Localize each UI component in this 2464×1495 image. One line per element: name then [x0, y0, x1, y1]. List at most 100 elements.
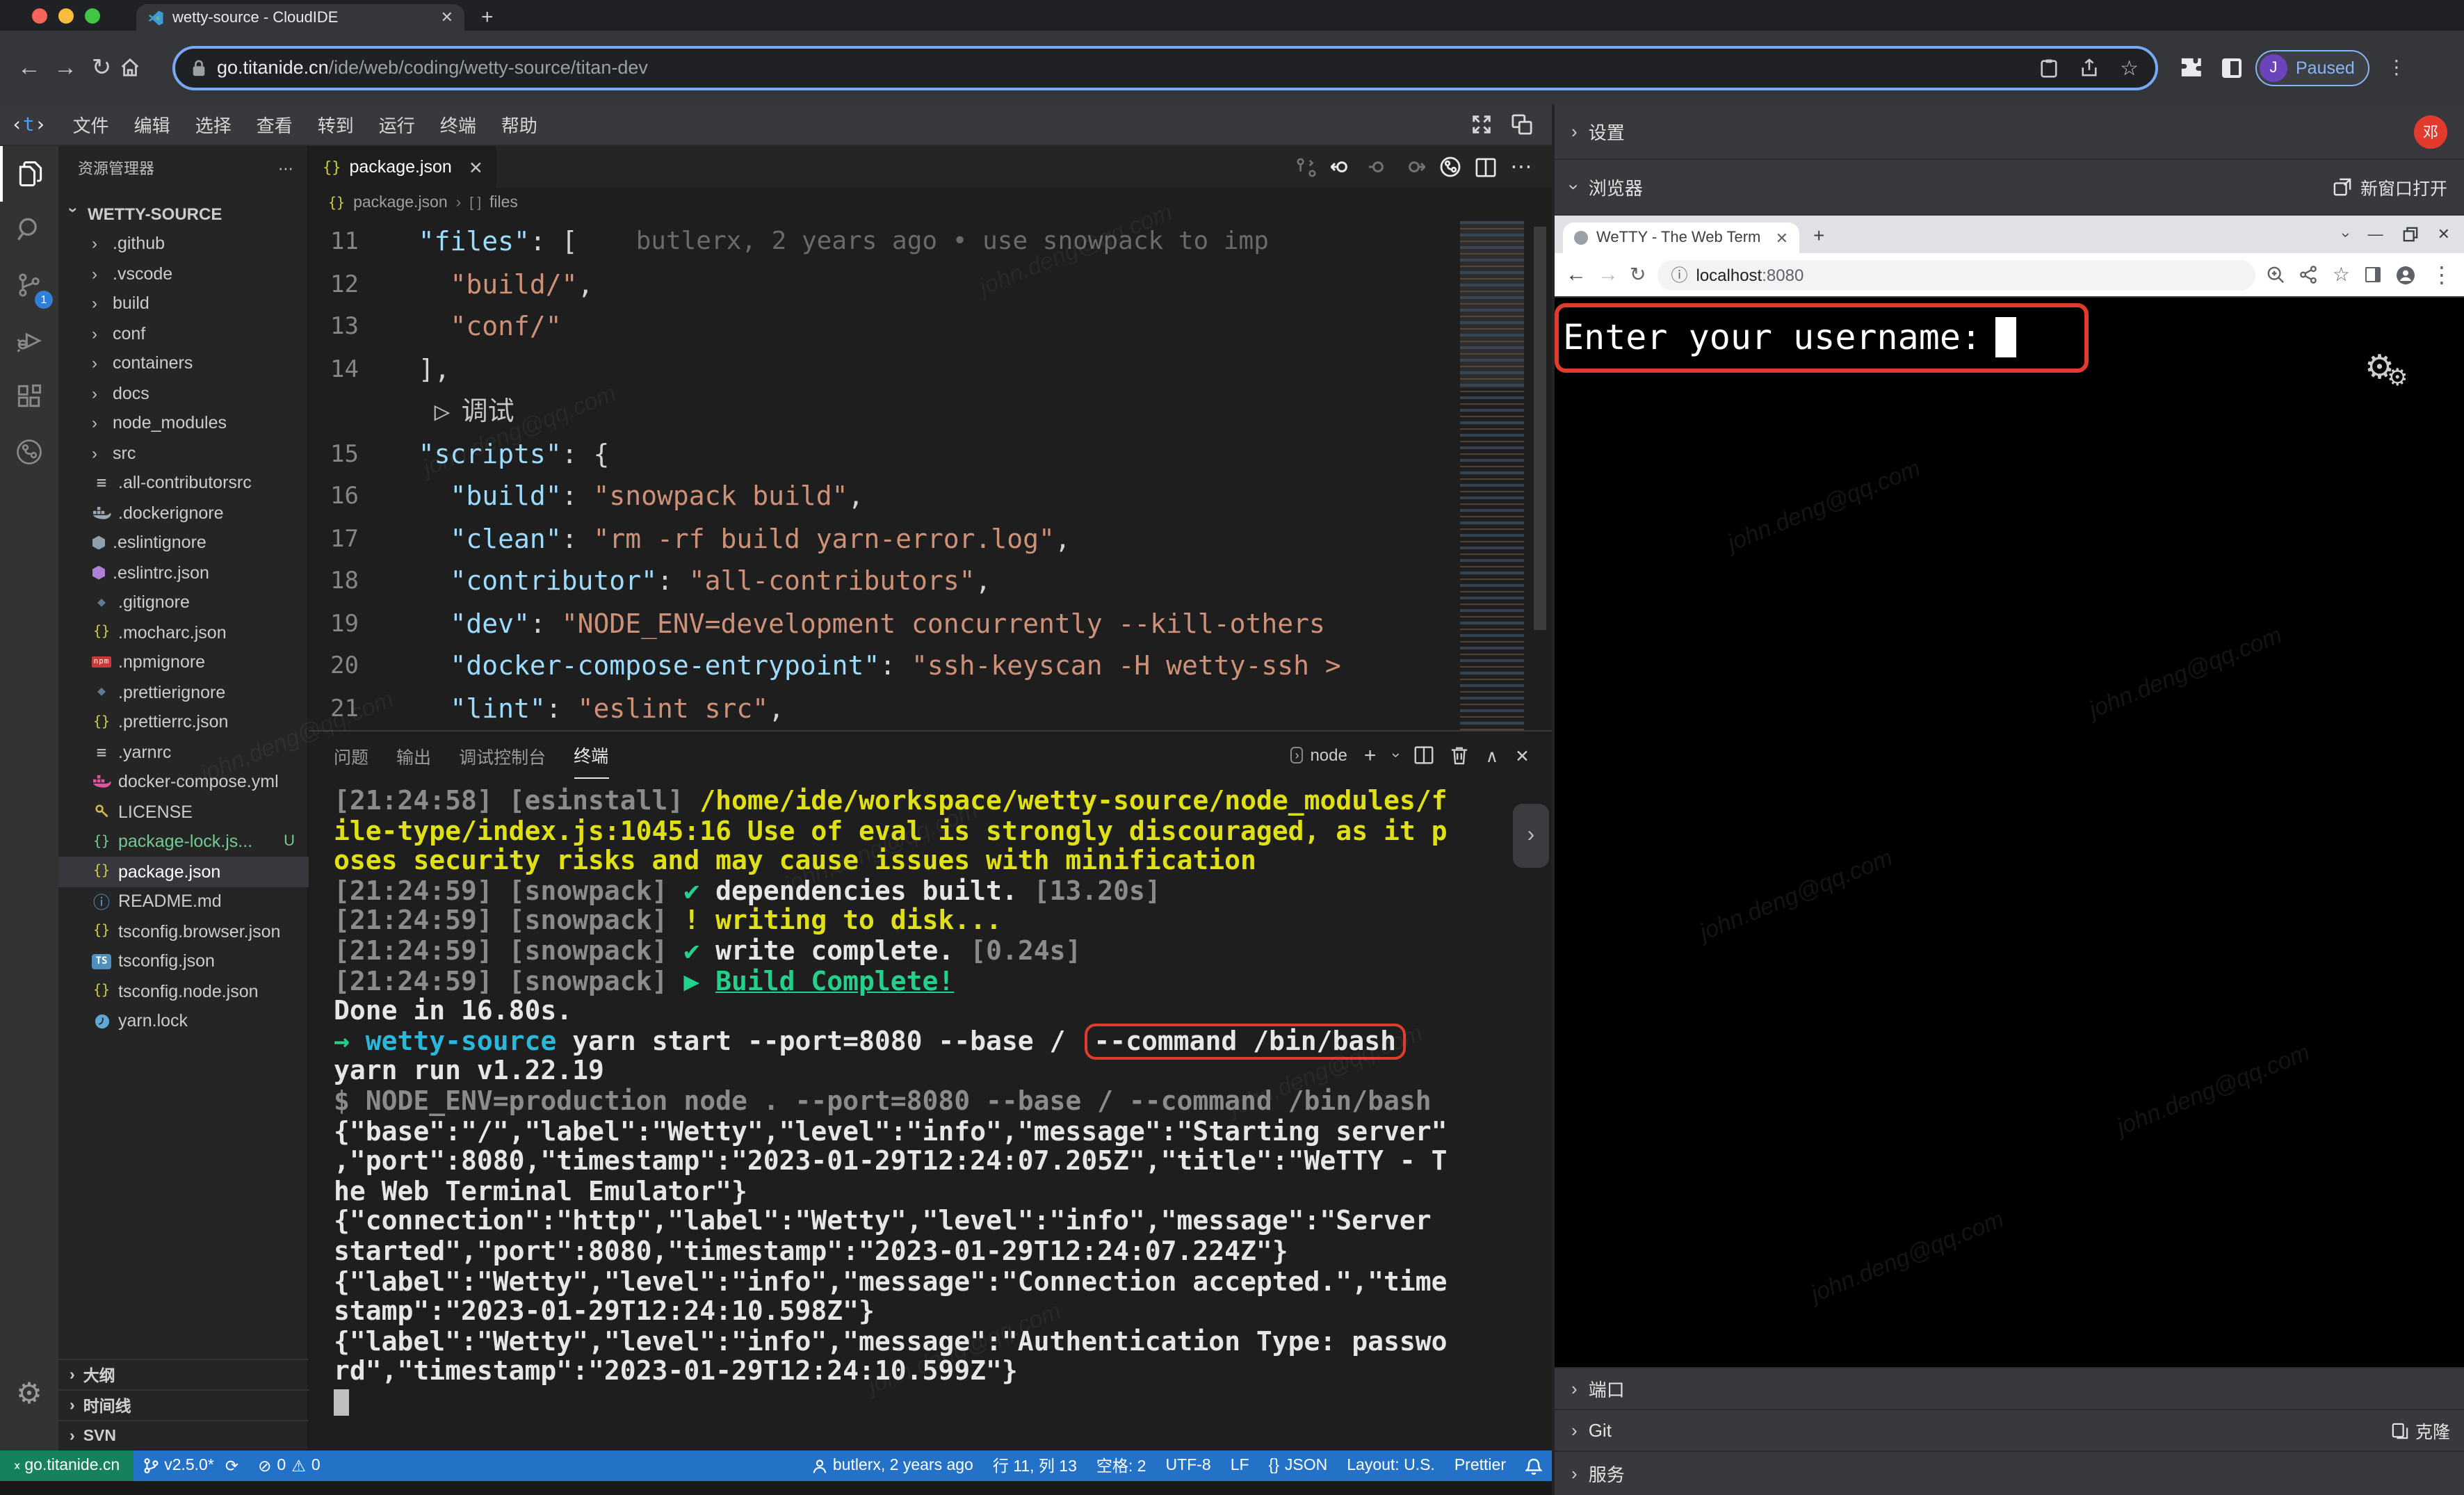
open-remote-icon[interactable] [1439, 156, 1461, 178]
terminal-tab-2[interactable]: 调试控制台 [459, 732, 546, 779]
close-tab-icon[interactable]: ✕ [441, 8, 453, 26]
webview-chevron-down-icon[interactable]: › [2337, 232, 2354, 236]
code-line[interactable]: 16 "build": "snowpack build", [309, 476, 1552, 518]
clone-button[interactable]: 克隆 [2392, 1417, 2450, 1444]
editor-tab-package-json[interactable]: {} package.json ✕ [309, 146, 499, 188]
url-bar[interactable]: go.titanide.cn/ide/web/coding/wetty-sour… [172, 45, 2158, 90]
profile-button[interactable]: J Paused [2255, 49, 2370, 86]
extensions-puzzle-icon[interactable] [2180, 56, 2203, 79]
menu-item-2[interactable]: 选择 [183, 111, 244, 138]
remote-indicator[interactable]: ›‹ go.titanide.cn [0, 1450, 133, 1481]
tree-item[interactable]: ›.vscode [58, 259, 309, 289]
menu-item-5[interactable]: 运行 [366, 111, 428, 138]
code-line[interactable]: 12 "build/", [309, 264, 1552, 306]
menu-item-4[interactable]: 转到 [305, 111, 366, 138]
tree-item[interactable]: npm.npmignore [58, 647, 309, 677]
blame-indicator[interactable]: butlerx, 2 years ago [802, 1457, 983, 1474]
ports-section-header[interactable]: › 端口 [1555, 1367, 2464, 1409]
tree-item[interactable]: ›build [58, 289, 309, 318]
kill-terminal-trash-icon[interactable] [1451, 745, 1469, 765]
editor-more-icon[interactable]: ⋯ [1510, 153, 1532, 181]
panel-expand-button[interactable]: › [1513, 804, 1549, 868]
browser-section-header[interactable]: › 浏览器 新窗口打开 [1555, 160, 2464, 216]
bookmark-star-icon[interactable]: ☆ [2120, 55, 2139, 80]
minimap[interactable] [1460, 221, 1524, 730]
activity-source-control[interactable]: 1 [0, 257, 58, 313]
close-window-button[interactable] [32, 8, 47, 24]
zoom-window-button[interactable] [85, 8, 100, 24]
code-editor[interactable]: 11 "files": [butlerx, 2 years ago • use … [309, 221, 1552, 730]
split-editor-icon[interactable] [1475, 156, 1496, 177]
webview-url-bar[interactable]: ⓘ localhost:8080 [1657, 259, 2255, 290]
tree-item[interactable]: {}package-lock.js...U [58, 827, 309, 857]
menu-item-3[interactable]: 查看 [244, 111, 305, 138]
webview-reload-icon[interactable]: ↻ [1630, 263, 1646, 286]
webview-share-icon[interactable] [2301, 266, 2317, 284]
menu-item-7[interactable]: 帮助 [489, 111, 550, 138]
tree-item[interactable]: ›src [58, 438, 309, 468]
forward-icon[interactable]: → [47, 54, 83, 81]
terminal-output[interactable]: [21:24:58] [esinstall] /home/ide/workspa… [334, 787, 1530, 1418]
code-line[interactable]: 11 "files": [butlerx, 2 years ago • use … [309, 221, 1552, 264]
new-tab-button[interactable]: + [481, 6, 494, 29]
tree-item[interactable]: ◆.gitignore [58, 588, 309, 617]
manage-gear-icon[interactable]: ⚙ [0, 1377, 58, 1412]
terminal-tab-3[interactable]: 终端 [574, 732, 608, 779]
webview-restore-icon[interactable] [2403, 227, 2418, 242]
explorer-more-icon[interactable]: ⋯ [278, 159, 293, 177]
menu-item-6[interactable]: 终端 [428, 111, 489, 138]
cursor-position[interactable]: 行 11, 列 13 [983, 1455, 1087, 1477]
branch-indicator[interactable]: v2.5.0* ⟳ [133, 1456, 248, 1476]
minimize-window-button[interactable] [58, 8, 74, 24]
code-line[interactable]: 17 "clean": "rm -rf build yarn-error.log… [309, 518, 1552, 560]
activity-run-debug[interactable] [0, 313, 58, 369]
back-icon[interactable]: ← [11, 54, 47, 81]
webview-bookmark-icon[interactable]: ☆ [2333, 263, 2350, 286]
layout-icon[interactable] [1511, 114, 1532, 135]
tree-item[interactable]: TStsconfig.json [58, 946, 309, 976]
notifications-bell-icon[interactable] [1516, 1457, 1552, 1475]
tree-item[interactable]: LICENSE [58, 797, 309, 827]
sidebar-toggle-icon[interactable] [2222, 58, 2242, 77]
user-avatar[interactable]: 邓 [2414, 115, 2447, 148]
problems-indicator[interactable]: ⊘0 ⚠0 [248, 1456, 330, 1476]
terminal-shell-select[interactable]: › node [1290, 745, 1347, 765]
open-new-window-button[interactable]: 新窗口打开 [2334, 174, 2447, 200]
keyboard-layout[interactable]: Layout: U.S. [1337, 1457, 1445, 1474]
sidebar-section-0[interactable]: ›大纲 [58, 1359, 309, 1389]
tree-item[interactable]: ›containers [58, 348, 309, 378]
home-icon[interactable] [120, 57, 156, 78]
language-mode[interactable]: {}JSON [1259, 1457, 1338, 1474]
tree-item[interactable]: ≡.all-contributorsrc [58, 468, 309, 498]
code-line[interactable]: 19 "dev": "NODE_ENV=development concurre… [309, 603, 1552, 645]
code-line[interactable]: 13 "conf/" [309, 306, 1552, 348]
zoom-icon[interactable] [2267, 266, 2285, 284]
code-line[interactable]: 18 "contributor": "all-contributors", [309, 560, 1552, 603]
webview-close-icon[interactable]: ✕ [2438, 225, 2450, 243]
fullscreen-icon[interactable] [1471, 114, 1492, 135]
breadcrumb[interactable]: {} package.json › [ ] files [309, 188, 1552, 218]
close-editor-icon[interactable]: ✕ [469, 156, 483, 177]
webview-profile-icon[interactable] [2396, 265, 2415, 284]
sync-icon[interactable]: ⟳ [225, 1456, 238, 1476]
tree-item[interactable]: ›docs [58, 378, 309, 408]
activity-remote[interactable] [0, 424, 58, 480]
tree-item[interactable]: {}tsconfig.node.json [58, 976, 309, 1006]
settings-section-header[interactable]: › 设置 邓 [1555, 104, 2464, 160]
tree-item[interactable]: {}tsconfig.browser.json [58, 916, 309, 946]
webview-sidepanel-icon[interactable] [2365, 267, 2381, 282]
menu-item-0[interactable]: 文件 [60, 111, 122, 138]
indentation[interactable]: 空格: 2 [1087, 1455, 1156, 1477]
nav-back-icon[interactable] [1331, 156, 1353, 178]
git-section-header[interactable]: › Git 克隆 [1555, 1409, 2464, 1450]
wetty-terminal-screen[interactable]: Enter your username: ⚙⚙ john.deng@qq.com… [1555, 298, 2464, 1368]
tree-item[interactable]: ≡.yarnrc [58, 737, 309, 767]
code-line[interactable]: 15 "scripts": { [309, 433, 1552, 476]
encoding[interactable]: UTF-8 [1156, 1457, 1221, 1474]
tree-item[interactable]: .eslintrc.json [58, 558, 309, 588]
sidebar-section-2[interactable]: ›SVN [58, 1420, 309, 1450]
activity-explorer[interactable] [0, 146, 58, 202]
services-section-header[interactable]: › 服务 [1555, 1450, 2464, 1495]
code-line[interactable]: 21 "lint": "eslint src", [309, 688, 1552, 730]
webview-forward-icon[interactable]: → [1598, 263, 1619, 286]
